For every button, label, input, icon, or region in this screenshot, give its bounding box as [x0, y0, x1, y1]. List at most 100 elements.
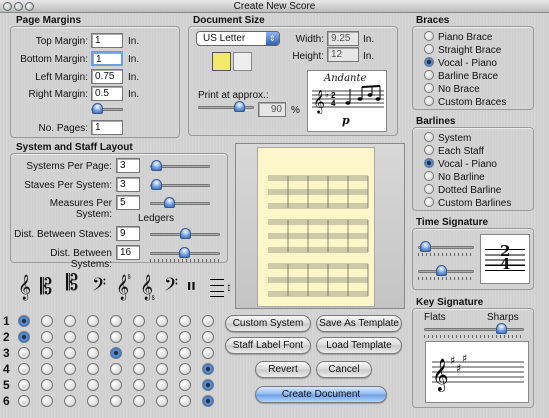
dist-systems-knob[interactable]: [179, 247, 190, 258]
barlines-option[interactable]: System: [424, 132, 511, 144]
close-icon[interactable]: [3, 2, 12, 11]
clef-radio[interactable]: [156, 331, 168, 343]
pages-field[interactable]: 1: [91, 120, 123, 135]
clef-radio[interactable]: [41, 363, 53, 375]
clef-radio[interactable]: [179, 363, 191, 375]
create-document-button[interactable]: Create Document: [255, 386, 387, 403]
clef-radio[interactable]: [18, 315, 30, 327]
revert-button[interactable]: Revert: [255, 361, 311, 378]
radio-button-icon[interactable]: [424, 70, 434, 80]
barlines-option[interactable]: Vocal - Piano: [424, 158, 511, 170]
staff-label-font-button[interactable]: Staff Label Font: [225, 337, 311, 354]
clef-radio[interactable]: [156, 379, 168, 391]
right-margin-field[interactable]: 0.5: [91, 86, 123, 101]
clef-radio[interactable]: [41, 395, 53, 407]
clef-radio[interactable]: [18, 379, 30, 391]
clef-radio[interactable]: [156, 347, 168, 359]
dist-staves-knob[interactable]: [180, 228, 191, 239]
radio-button-icon[interactable]: [424, 184, 434, 194]
clef-radio[interactable]: [156, 315, 168, 327]
clef-radio[interactable]: [133, 363, 145, 375]
clef-radio[interactable]: [202, 379, 214, 391]
clef-radio[interactable]: [41, 379, 53, 391]
key-slider-knob[interactable]: [496, 323, 507, 334]
key-slider-track[interactable]: [424, 328, 524, 331]
measures-slider-track[interactable]: [150, 202, 210, 205]
clef-radio[interactable]: [202, 363, 214, 375]
radio-button-icon[interactable]: [424, 57, 434, 67]
barlines-option[interactable]: Dotted Barline: [424, 184, 511, 196]
radio-button-icon[interactable]: [424, 197, 434, 207]
clef-radio[interactable]: [64, 379, 76, 391]
radio-button-icon[interactable]: [424, 132, 434, 142]
bottom-margin-field[interactable]: 1: [91, 51, 123, 66]
barlines-option[interactable]: Custom Barlines: [424, 197, 511, 209]
window-controls[interactable]: [3, 2, 36, 15]
clef-radio[interactable]: [87, 395, 99, 407]
clef-radio[interactable]: [110, 315, 122, 327]
barlines-option[interactable]: No Barline: [424, 171, 511, 183]
clef-radio[interactable]: [133, 395, 145, 407]
clef-radio[interactable]: [87, 363, 99, 375]
clef-radio[interactable]: [64, 395, 76, 407]
clef-radio[interactable]: [18, 395, 30, 407]
clef-radio[interactable]: [18, 331, 30, 343]
radio-button-icon[interactable]: [424, 44, 434, 54]
clef-radio[interactable]: [110, 331, 122, 343]
height-field[interactable]: 12: [327, 47, 359, 62]
print-scale-field[interactable]: 90: [258, 102, 286, 117]
barlines-option[interactable]: Each Staff: [424, 145, 511, 157]
radio-button-icon[interactable]: [424, 145, 434, 155]
portrait-orientation-icon[interactable]: [212, 52, 231, 71]
top-margin-field[interactable]: 1: [91, 33, 123, 48]
time-top-knob[interactable]: [420, 241, 431, 252]
clef-radio[interactable]: [133, 315, 145, 327]
clef-radio[interactable]: [156, 363, 168, 375]
clef-radio[interactable]: [64, 363, 76, 375]
clef-radio[interactable]: [18, 347, 30, 359]
left-margin-field[interactable]: 0.75: [91, 69, 123, 84]
braces-option[interactable]: Custom Braces: [424, 96, 506, 108]
clef-radio[interactable]: [110, 347, 122, 359]
braces-option[interactable]: No Brace: [424, 83, 506, 95]
width-field[interactable]: 9.25: [327, 31, 359, 46]
clef-radio[interactable]: [41, 315, 53, 327]
zoom-icon[interactable]: [25, 2, 34, 11]
clef-radio[interactable]: [110, 379, 122, 391]
cancel-button[interactable]: Cancel: [316, 361, 372, 378]
clef-radio[interactable]: [202, 331, 214, 343]
clef-radio[interactable]: [87, 315, 99, 327]
braces-option[interactable]: Barline Brace: [424, 70, 506, 82]
print-scale-track[interactable]: [198, 106, 254, 109]
clef-radio[interactable]: [202, 395, 214, 407]
braces-option[interactable]: Vocal - Piano: [424, 57, 506, 69]
landscape-orientation-icon[interactable]: [233, 52, 252, 71]
clef-radio[interactable]: [179, 331, 191, 343]
load-template-button[interactable]: Load Template: [316, 337, 402, 354]
clef-radio[interactable]: [18, 363, 30, 375]
paper-size-select[interactable]: US Letter ⇕: [196, 31, 280, 46]
custom-system-button[interactable]: Custom System: [225, 315, 311, 332]
radio-button-icon[interactable]: [424, 31, 434, 41]
clef-radio[interactable]: [64, 331, 76, 343]
clef-radio[interactable]: [64, 347, 76, 359]
print-scale-knob[interactable]: [234, 101, 245, 112]
dist-staves-field[interactable]: 9: [116, 226, 140, 241]
measures-slider-knob[interactable]: [164, 197, 175, 208]
radio-button-icon[interactable]: [424, 158, 434, 168]
staves-per-system-field[interactable]: 3: [116, 177, 140, 192]
clef-radio[interactable]: [87, 347, 99, 359]
dist-systems-field[interactable]: 16: [116, 245, 140, 260]
clef-radio[interactable]: [41, 347, 53, 359]
clef-radio[interactable]: [179, 347, 191, 359]
clef-radio[interactable]: [179, 315, 191, 327]
clef-radio[interactable]: [179, 379, 191, 391]
clef-radio[interactable]: [133, 347, 145, 359]
systems-slider-knob[interactable]: [151, 160, 162, 171]
save-template-button[interactable]: Save As Template: [316, 315, 402, 332]
clef-radio[interactable]: [133, 331, 145, 343]
measures-per-system-field[interactable]: 5: [116, 195, 140, 210]
clef-radio[interactable]: [156, 395, 168, 407]
clef-radio[interactable]: [41, 331, 53, 343]
clef-radio[interactable]: [64, 315, 76, 327]
